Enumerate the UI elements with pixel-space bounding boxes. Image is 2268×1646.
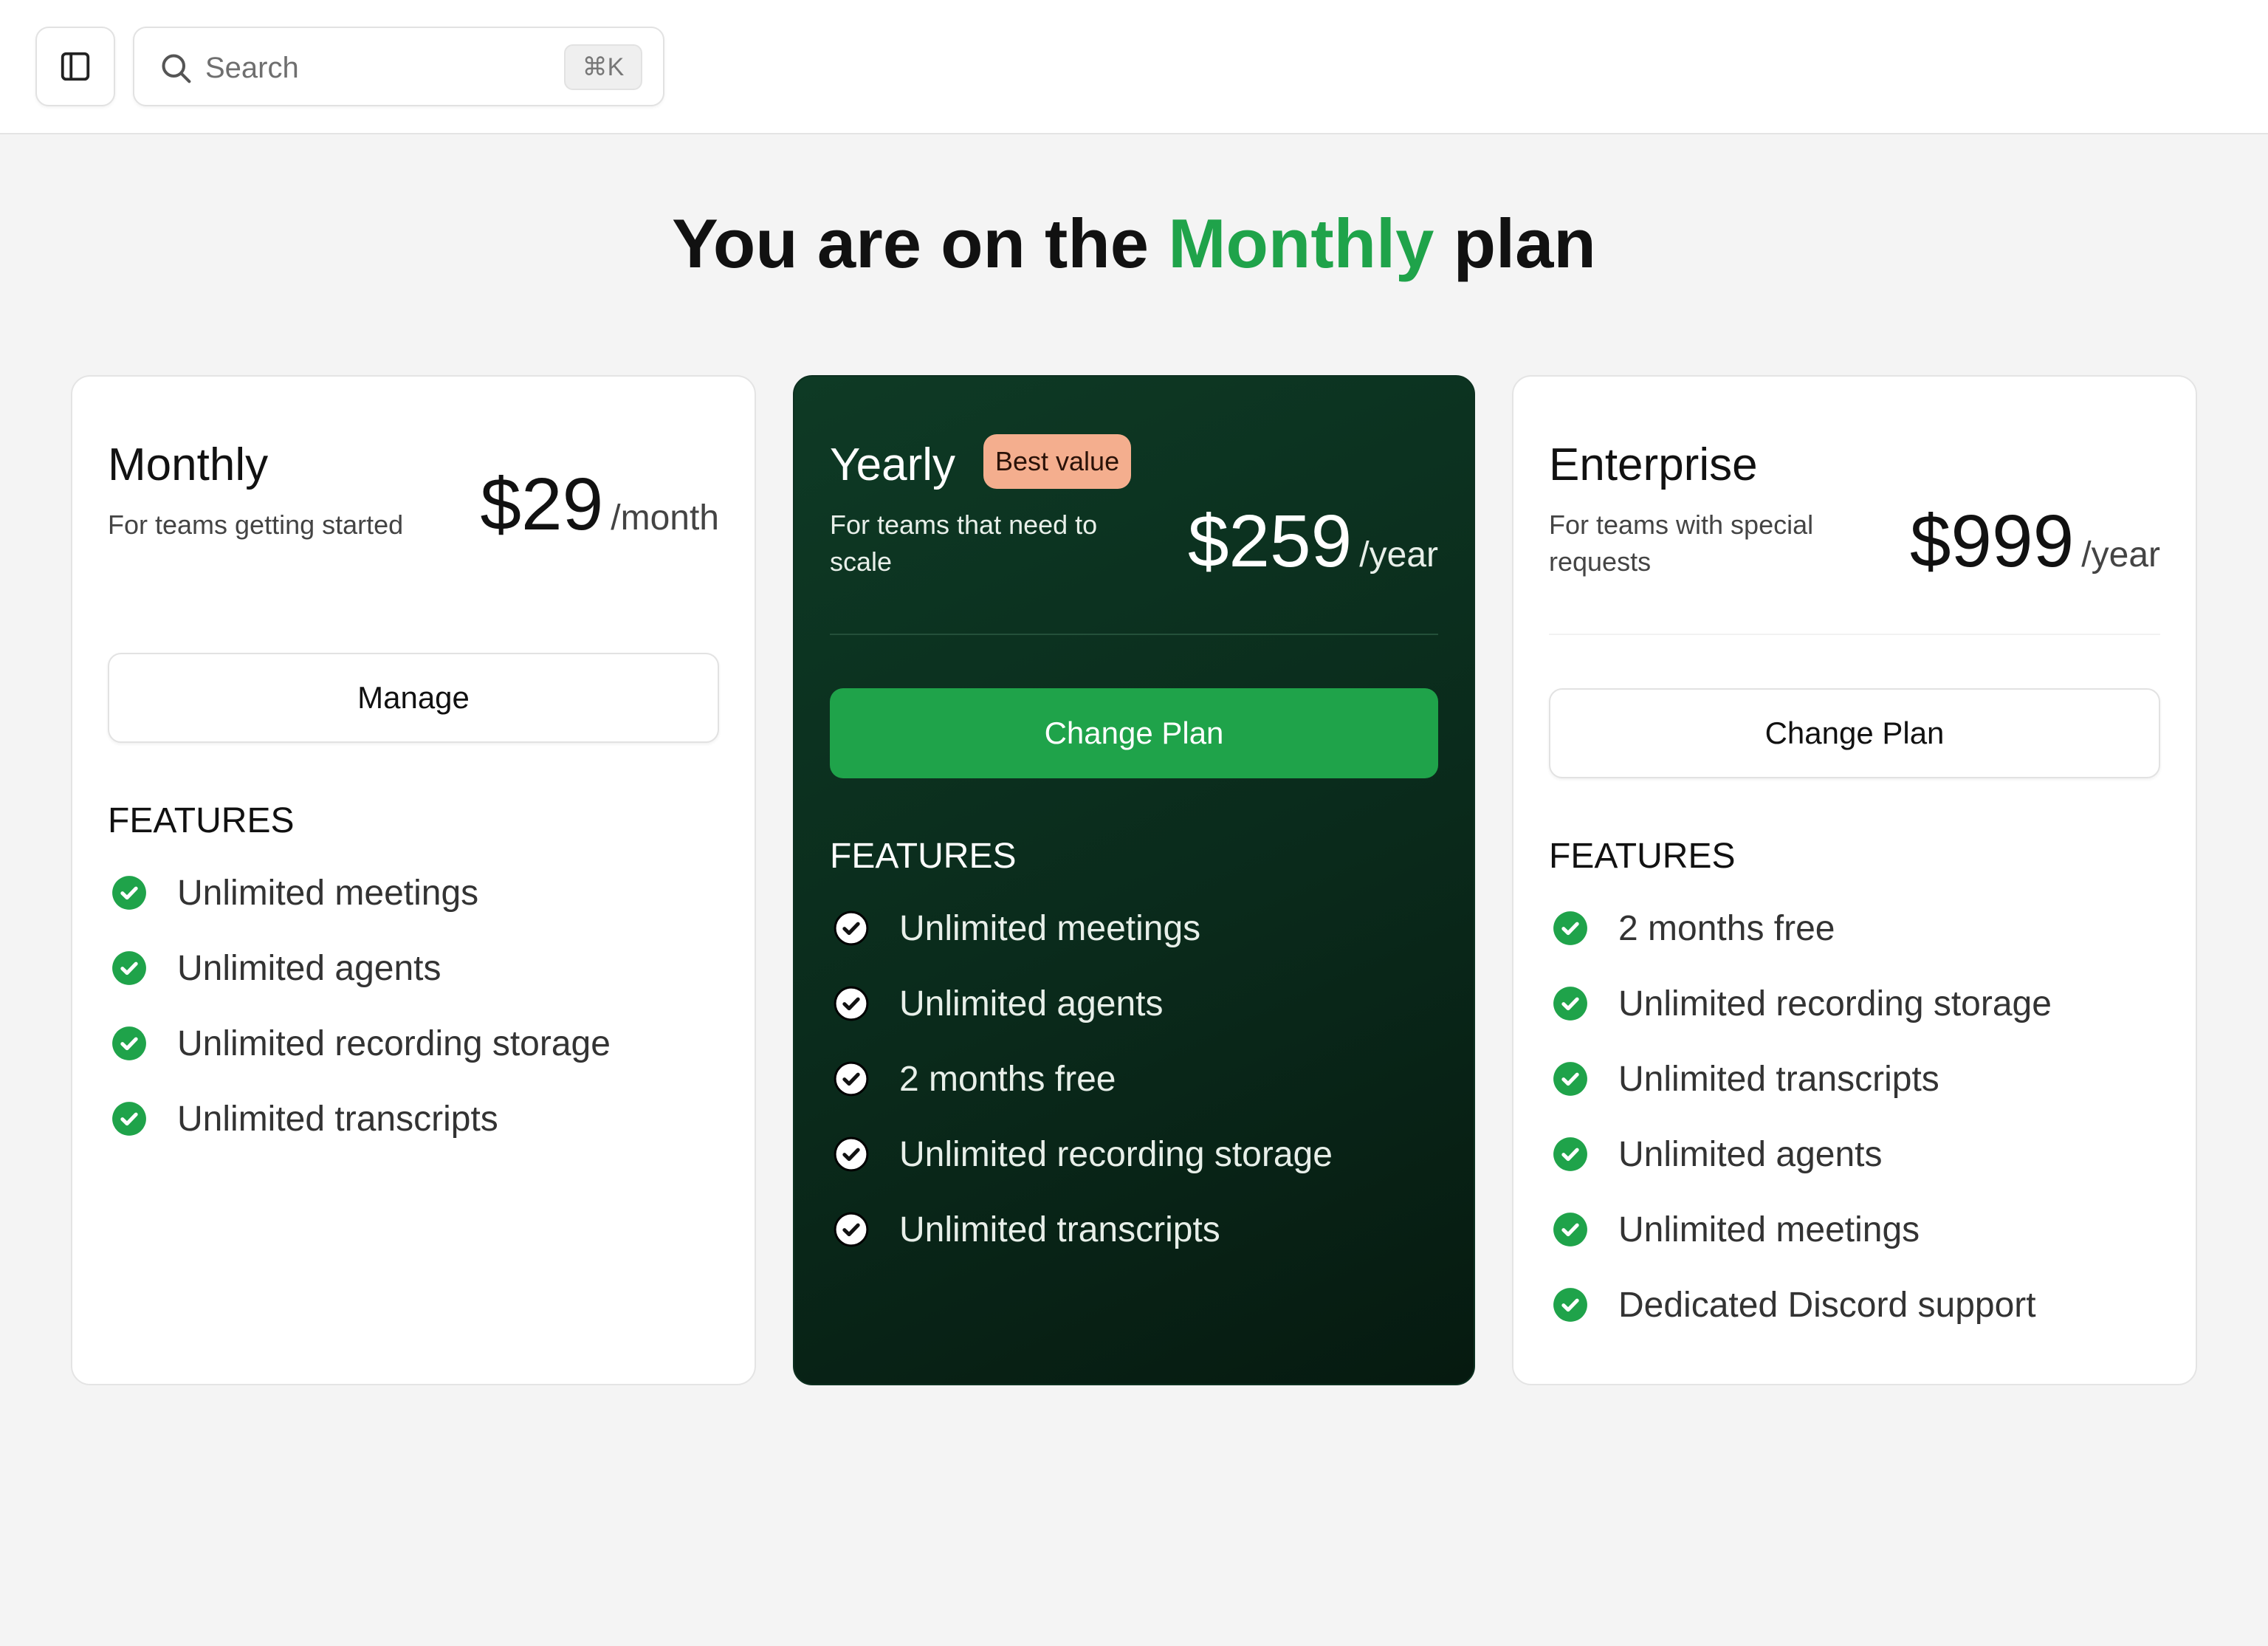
price-period: /year [1359,535,1438,575]
feature-label: 2 months free [1618,908,1835,948]
feature-list: 2 months free Unlimited recording storage… [1552,891,2166,1342]
feature-label: Unlimited transcripts [1618,1059,1939,1099]
check-circle-icon [112,1102,146,1136]
plan-card-yearly: Yearly Best value For teams that need to… [793,375,1475,1385]
feature-label: Unlimited meetings [899,908,1201,948]
feature-label: Unlimited transcripts [899,1210,1220,1249]
feature-label: 2 months free [899,1059,1116,1099]
check-circle-icon [834,1136,869,1172]
feature-label: Unlimited agents [899,984,1164,1023]
feature-label: Unlimited agents [177,948,441,988]
price-amount: $29 [480,463,604,546]
divider [830,634,1438,635]
feature-item: 2 months free [833,1041,1444,1117]
plan-card-enterprise: Enterprise For teams with special reques… [1512,375,2197,1385]
check-circle-icon [834,986,869,1021]
feature-label: Unlimited agents [1618,1134,1883,1174]
plan-name: Yearly [830,439,956,490]
plan-price: $259 /year [1188,501,1438,582]
current-plan-name: Monthly [1168,205,1434,282]
plan-name: Monthly [108,439,269,490]
feature-item: Unlimited agents [1552,1117,2166,1192]
price-period: /year [2081,535,2160,575]
price-period: /month [611,498,719,538]
feature-item: Unlimited agents [833,966,1444,1041]
change-plan-button[interactable]: Change Plan [830,688,1438,778]
feature-item: 2 months free [1552,891,2166,966]
check-circle-icon [112,1026,146,1060]
check-circle-icon [1553,1213,1587,1246]
feature-item: Unlimited meetings [1552,1192,2166,1267]
check-circle-icon [112,876,146,910]
feature-item: Unlimited transcripts [833,1192,1444,1267]
headline-prefix: You are on the [672,205,1150,282]
feature-item: Dedicated Discord support [1552,1267,2166,1342]
check-circle-icon [1553,1062,1587,1096]
check-circle-icon [112,951,146,985]
check-circle-icon [1553,911,1587,945]
plan-price: $999 /year [1910,501,2160,582]
feature-list: Unlimited meetings Unlimited agents 2 mont… [833,891,1444,1267]
feature-item: Unlimited transcripts [111,1081,725,1156]
sidebar-panel-icon [61,52,90,81]
feature-label: Dedicated Discord support [1618,1285,2036,1325]
check-circle-icon [834,1061,869,1097]
page-title: You are on the Monthly plan [0,199,2268,288]
feature-label: Unlimited meetings [177,873,479,913]
plan-description: For teams getting started [108,510,404,540]
feature-label: Unlimited meetings [1618,1210,1920,1249]
headline-suffix: plan [1453,205,1596,282]
search-box[interactable]: ⌘K [133,27,664,106]
feature-label: Unlimited transcripts [177,1099,498,1139]
keyboard-shortcut-badge: ⌘K [564,44,642,90]
top-bar: ⌘K [0,0,2268,134]
feature-item: Unlimited recording storage [111,1006,725,1081]
check-circle-icon [834,1212,869,1247]
plan-name: Enterprise [1549,439,1758,490]
features-heading: FEATURES [1549,837,1736,876]
feature-item: Unlimited recording storage [833,1117,1444,1192]
check-circle-icon [1553,1288,1587,1322]
feature-item: Unlimited meetings [833,891,1444,966]
change-plan-button[interactable]: Change Plan [1549,688,2160,778]
feature-item: Unlimited recording storage [1552,966,2166,1041]
feature-item: Unlimited transcripts [1552,1041,2166,1117]
search-input[interactable] [205,46,530,90]
plan-description: For teams that need to scale [830,510,1098,577]
check-circle-icon [834,911,869,946]
price-amount: $999 [1909,500,2075,583]
plan-description: For teams with special requests [1549,510,1814,577]
manage-button[interactable]: Manage [108,653,719,743]
search-icon [162,54,191,83]
feature-label: Unlimited recording storage [1618,984,2052,1023]
best-value-badge: Best value [983,434,1132,489]
feature-label: Unlimited recording storage [177,1023,611,1063]
check-circle-icon [1553,1137,1587,1171]
divider [1549,634,2160,635]
feature-label: Unlimited recording storage [899,1134,1333,1174]
price-amount: $259 [1187,500,1353,583]
plan-card-monthly: Monthly For teams getting started $29 /m… [71,375,756,1385]
sidebar-toggle-button[interactable] [35,27,115,106]
feature-item: Unlimited agents [111,930,725,1006]
plan-price: $29 /month [480,464,719,545]
feature-list: Unlimited meetings Unlimited agents Unlimi… [111,855,725,1156]
features-heading: FEATURES [830,837,1017,876]
check-circle-icon [1553,987,1587,1021]
features-heading: FEATURES [108,801,295,840]
feature-item: Unlimited meetings [111,855,725,930]
